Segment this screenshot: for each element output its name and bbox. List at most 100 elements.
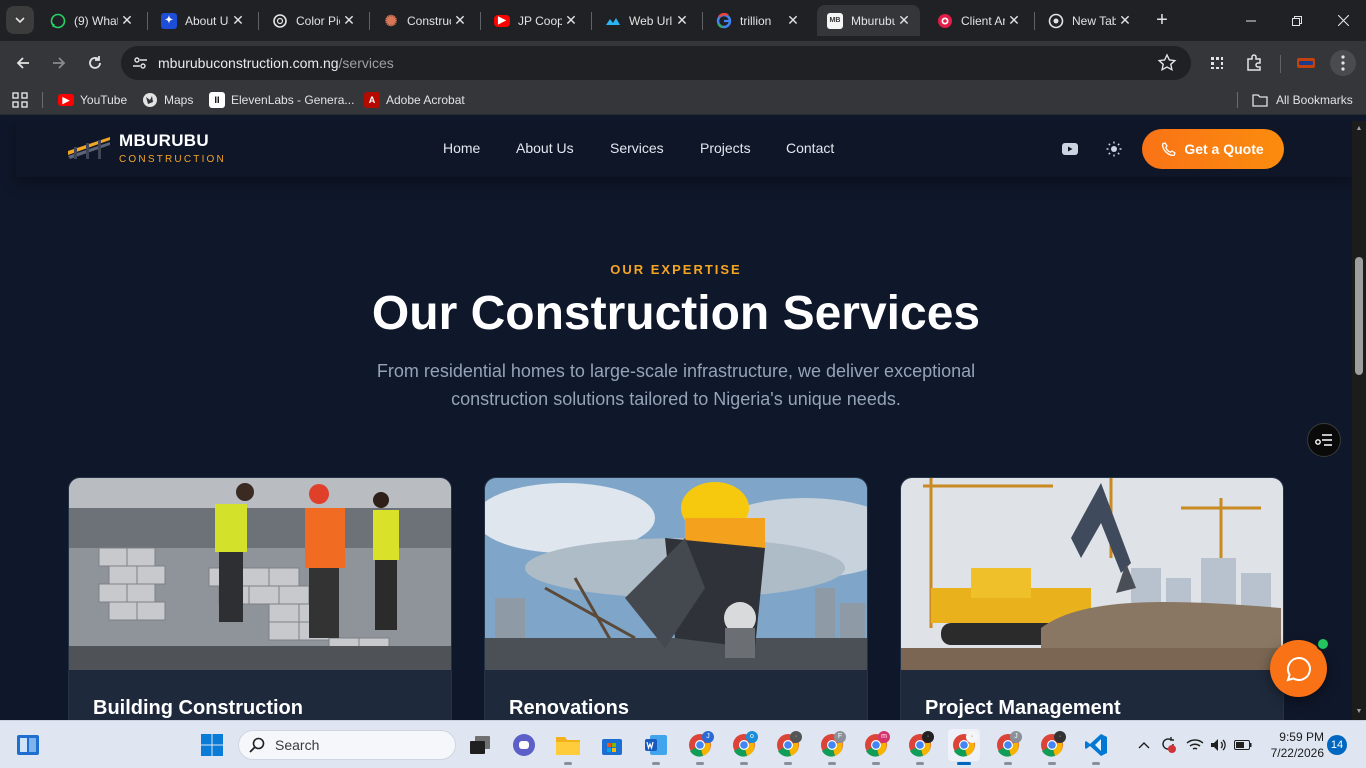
scrollbar-thumb[interactable] bbox=[1355, 257, 1363, 375]
new-tab-button[interactable]: + bbox=[1150, 8, 1174, 32]
file-explorer-app[interactable] bbox=[552, 729, 584, 765]
nav-services[interactable]: Services bbox=[610, 140, 664, 156]
restore-button[interactable] bbox=[1274, 0, 1320, 41]
chrome-profile-5[interactable]: m bbox=[860, 729, 892, 765]
close-window-button[interactable] bbox=[1320, 0, 1366, 41]
word-app[interactable] bbox=[640, 729, 672, 765]
url-text[interactable]: mburubuconstruction.com.ng/services bbox=[158, 55, 394, 71]
minimize-button[interactable] bbox=[1228, 0, 1274, 41]
card-title: Project Management bbox=[925, 697, 1121, 719]
service-card-building-construction[interactable]: Building Construction bbox=[68, 477, 452, 720]
tab-divider bbox=[369, 12, 370, 30]
show-hidden-icons-chevron-icon[interactable] bbox=[1135, 736, 1153, 754]
youtube-icon[interactable] bbox=[1060, 139, 1080, 159]
close-icon[interactable]: ✕ bbox=[785, 12, 801, 28]
apps-grid-icon bbox=[12, 92, 28, 108]
bookmark-maps[interactable]: Maps bbox=[142, 91, 193, 109]
chrome-profile-7-active[interactable]: · bbox=[948, 729, 980, 765]
service-card-project-management[interactable]: Project Management bbox=[900, 477, 1284, 720]
battery-icon[interactable] bbox=[1234, 736, 1252, 754]
logo-icon[interactable] bbox=[68, 133, 110, 161]
tab-new-tab[interactable]: New Tab ✕ bbox=[1038, 5, 1141, 36]
apps-grid-button[interactable] bbox=[12, 91, 28, 109]
wifi-icon[interactable] bbox=[1186, 736, 1204, 754]
vscode-app[interactable] bbox=[1080, 729, 1112, 765]
widgets-button[interactable] bbox=[12, 729, 44, 761]
bookmark-adobe-acrobat[interactable]: A Adobe Acrobat bbox=[364, 91, 465, 109]
bookmark-elevenlabs[interactable]: II ElevenLabs - Genera... bbox=[209, 91, 354, 109]
back-button[interactable] bbox=[9, 49, 37, 77]
close-icon[interactable]: ✕ bbox=[1117, 12, 1133, 28]
theme-toggle-sun-icon[interactable] bbox=[1104, 139, 1124, 159]
copilot-app[interactable] bbox=[508, 729, 540, 761]
logo-name[interactable]: MBURUBU bbox=[119, 131, 209, 151]
all-bookmarks-button[interactable]: All Bookmarks bbox=[1252, 91, 1353, 109]
tab-about-us[interactable]: ✦ About Us ✕ bbox=[151, 5, 254, 36]
extensions-puzzle-icon[interactable] bbox=[1243, 52, 1265, 74]
nav-about-us[interactable]: About Us bbox=[516, 140, 574, 156]
chrome-profile-6[interactable]: · bbox=[904, 729, 936, 765]
maps-icon bbox=[142, 92, 158, 108]
tab-whatsapp[interactable]: (9) WhatsApp ✕ bbox=[40, 5, 143, 36]
close-icon[interactable]: ✕ bbox=[452, 12, 468, 28]
close-icon[interactable]: ✕ bbox=[230, 12, 246, 28]
service-card-renovations[interactable]: Renovations bbox=[484, 477, 868, 720]
tab-jp-cooper[interactable]: ▶ JP Cooper ✕ bbox=[484, 5, 587, 36]
task-view-button[interactable] bbox=[464, 729, 496, 761]
nav-projects[interactable]: Projects bbox=[700, 140, 751, 156]
chrome-profile-4[interactable]: F bbox=[816, 729, 848, 765]
youtube-icon: ▶ bbox=[494, 14, 510, 27]
scroll-down-icon[interactable]: ▼ bbox=[1355, 708, 1363, 716]
tab-trillion[interactable]: trillion ✕ bbox=[706, 5, 809, 36]
close-icon[interactable]: ✕ bbox=[1006, 12, 1022, 28]
tab-mburubu[interactable]: MB Mburubu ✕ bbox=[817, 5, 920, 36]
scroll-up-icon[interactable]: ▲ bbox=[1355, 125, 1363, 133]
chrome-profile-1[interactable]: J bbox=[684, 729, 716, 765]
tab-construction[interactable]: ✺ Construction ✕ bbox=[373, 5, 476, 36]
tab-color-picker[interactable]: Color Picker ✕ bbox=[262, 5, 365, 36]
chrome-profile-9[interactable]: · bbox=[1036, 729, 1068, 765]
address-bar[interactable]: mburubuconstruction.com.ng/services bbox=[121, 46, 1191, 80]
nav-home[interactable]: Home bbox=[443, 140, 480, 156]
profile-avatar[interactable] bbox=[1295, 52, 1317, 74]
volume-icon[interactable] bbox=[1210, 736, 1228, 754]
start-button[interactable] bbox=[196, 729, 228, 761]
close-icon[interactable]: ✕ bbox=[341, 12, 357, 28]
site-info-icon[interactable] bbox=[131, 54, 149, 72]
close-icon[interactable]: ✕ bbox=[563, 12, 579, 28]
tab-client-area[interactable]: Client Area ✕ bbox=[927, 5, 1030, 36]
page-outline-button[interactable] bbox=[1307, 423, 1341, 457]
chrome-profile-8[interactable]: J bbox=[992, 729, 1024, 765]
bookmark-youtube[interactable]: ▶ YouTube bbox=[58, 91, 127, 109]
reload-button[interactable] bbox=[81, 49, 109, 77]
notification-badge[interactable]: 14 bbox=[1327, 735, 1347, 755]
system-clock[interactable]: 9:59 PM 7/22/2026 bbox=[1262, 729, 1324, 761]
bookmark-star-icon[interactable] bbox=[1157, 53, 1177, 73]
sync-status-icon[interactable] bbox=[1159, 736, 1177, 754]
search-placeholder: Search bbox=[275, 737, 320, 753]
profile-badge: m bbox=[878, 731, 890, 743]
get-a-quote-button[interactable]: Get a Quote bbox=[1142, 129, 1284, 169]
about-site-icon: ✦ bbox=[161, 12, 177, 29]
tab-web-url[interactable]: Web Url ✕ bbox=[595, 5, 698, 36]
section-description: From residential homes to large-scale in… bbox=[376, 361, 976, 409]
bookmark-divider bbox=[1237, 92, 1238, 108]
tab-search-button[interactable] bbox=[6, 6, 34, 34]
page-scrollbar[interactable]: ▲ ▼ bbox=[1352, 121, 1366, 720]
forward-button[interactable] bbox=[45, 49, 73, 77]
chrome-profile-3[interactable]: · bbox=[772, 729, 804, 765]
profile-badge: · bbox=[966, 731, 978, 743]
running-indicator bbox=[740, 762, 748, 765]
youtube-icon: ▶ bbox=[58, 94, 74, 106]
microsoft-store-app[interactable] bbox=[596, 729, 628, 761]
close-icon[interactable]: ✕ bbox=[896, 12, 912, 28]
taskbar-search[interactable]: Search bbox=[238, 730, 456, 760]
close-icon[interactable]: ✕ bbox=[119, 12, 135, 28]
extension-dots-icon[interactable] bbox=[1206, 52, 1228, 74]
chrome-profile-2[interactable]: o bbox=[728, 729, 760, 765]
chrome-menu-button[interactable] bbox=[1330, 50, 1356, 76]
arrow-right-icon bbox=[53, 57, 66, 69]
close-icon[interactable]: ✕ bbox=[674, 12, 690, 28]
claude-icon: ✺ bbox=[384, 12, 398, 30]
nav-contact[interactable]: Contact bbox=[786, 140, 834, 156]
